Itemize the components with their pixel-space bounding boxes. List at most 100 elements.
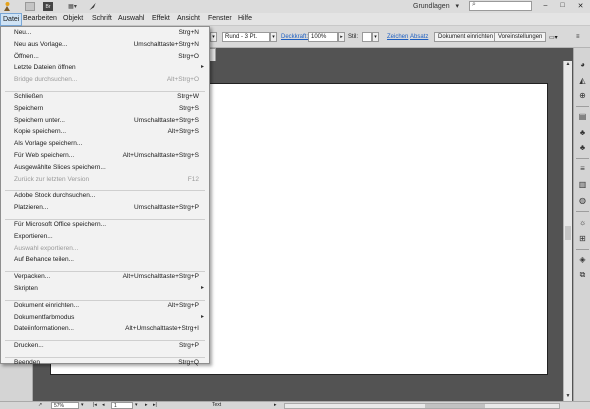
file-menu-item[interactable]: Speichern Strg+S bbox=[1, 104, 209, 115]
menu-ansicht[interactable]: Ansicht bbox=[177, 15, 200, 22]
document-setup-button[interactable]: Dokument einrichten bbox=[434, 32, 498, 42]
opacity-field[interactable]: 100% bbox=[308, 32, 338, 42]
status-arrow-icon: ↗ bbox=[38, 402, 43, 408]
horizontal-scrollbar[interactable] bbox=[284, 403, 560, 409]
file-menu-item[interactable]: Adobe Stock durchsuchen... bbox=[1, 191, 209, 202]
menu-schrift[interactable]: Schrift bbox=[92, 15, 112, 22]
file-menu-item[interactable]: Öffnen... Strg+O bbox=[1, 52, 209, 63]
file-menu-item[interactable]: Neu aus Vorlage... Umschalttaste+Strg+N bbox=[1, 40, 209, 51]
graphic-styles-icon[interactable]: ⊞ bbox=[577, 234, 588, 243]
brushes-icon[interactable]: ▤ bbox=[577, 112, 588, 121]
file-menu-item[interactable]: Letzte Dateien öffnen ▸ bbox=[1, 63, 209, 74]
file-menu-item[interactable]: Verpacken... Alt+Umschalttaste+Strg+P bbox=[1, 272, 209, 283]
panel-separator bbox=[576, 211, 589, 212]
close-button[interactable]: ✕ bbox=[572, 0, 589, 11]
file-menu-item[interactable]: Speichern unter... Umschalttaste+Strg+S bbox=[1, 116, 209, 127]
opacity-arrow[interactable]: ▸ bbox=[338, 32, 345, 42]
menu-fenster[interactable]: Fenster bbox=[208, 15, 232, 22]
arrange-docs-icon[interactable] bbox=[25, 2, 35, 11]
page-field[interactable]: 1 bbox=[111, 402, 133, 409]
feather-icon[interactable] bbox=[88, 2, 98, 11]
fill-dropdown[interactable]: ▾ bbox=[210, 32, 217, 42]
zoom-field[interactable]: 57% bbox=[51, 402, 79, 409]
file-menu-item[interactable]: Für Web speichern... Alt+Umschalttaste+St… bbox=[1, 151, 209, 162]
search-input[interactable]: ⌕ bbox=[469, 1, 532, 11]
file-menu-item[interactable]: Skripten ▸ bbox=[1, 284, 209, 295]
panel-separator bbox=[576, 106, 589, 107]
clubs-icon[interactable]: ♣ bbox=[577, 143, 588, 152]
scroll-thumb[interactable] bbox=[565, 226, 571, 240]
stroke-profile-dropdown[interactable]: ▾ bbox=[270, 32, 277, 42]
menu-item-label: Zurück zur letzten Version bbox=[14, 175, 90, 183]
file-menu-item[interactable]: Beenden Strg+Q bbox=[1, 358, 209, 369]
file-menu-item[interactable]: Auf Behance teilen... bbox=[1, 255, 209, 266]
layers-icon[interactable]: ◈ bbox=[577, 255, 588, 264]
panel-separator bbox=[576, 158, 589, 159]
h-scroll-thumb[interactable] bbox=[425, 404, 485, 408]
symbols-icon[interactable]: ♣ bbox=[577, 128, 588, 137]
search-icon: ⌕ bbox=[472, 1, 476, 8]
preferences-button[interactable]: Voreinstellungen bbox=[494, 32, 547, 42]
file-menu-item[interactable]: Neu... Strg+N bbox=[1, 28, 209, 39]
paragraph-link[interactable]: Absatz bbox=[410, 32, 428, 42]
menu-objekt[interactable]: Objekt bbox=[63, 15, 83, 22]
file-menu-item[interactable]: Platzieren... Umschalttaste+Strg+P bbox=[1, 203, 209, 214]
style-dropdown[interactable]: ▾ bbox=[372, 32, 379, 42]
artboards-icon[interactable]: ⧉ bbox=[577, 270, 588, 279]
color-panel-icon[interactable]: ◕ bbox=[577, 60, 588, 69]
maximize-button[interactable]: □ bbox=[554, 0, 571, 11]
stroke-panel-icon[interactable]: ≡ bbox=[577, 164, 588, 173]
character-link[interactable]: Zeichen bbox=[387, 32, 408, 42]
page-dropdown-icon[interactable]: ▾ bbox=[135, 402, 138, 409]
next-page-icon[interactable]: ▸ bbox=[145, 402, 148, 409]
menu-effekt[interactable]: Effekt bbox=[152, 15, 170, 22]
menu-item-label: Letzte Dateien öffnen bbox=[14, 64, 76, 72]
file-menu: Neu... Strg+N Neu aus Vorlage... Umschaltta… bbox=[0, 26, 210, 366]
arrange-icon[interactable]: ▭▾ bbox=[549, 32, 558, 42]
layout-dropdown-icon[interactable]: ▦▾ bbox=[65, 2, 80, 11]
menu-bar: Datei Bearbeiten Objekt Schrift Auswahl … bbox=[0, 13, 590, 26]
file-menu-item[interactable]: Für Microsoft Office speichern... bbox=[1, 220, 209, 231]
first-page-icon[interactable]: |◂ bbox=[93, 402, 97, 409]
menu-bearbeiten[interactable]: Bearbeiten bbox=[23, 15, 57, 22]
color-guide-icon[interactable]: ◭ bbox=[577, 76, 588, 85]
workspace-switcher[interactable]: Grundlagen ▾ bbox=[413, 2, 459, 10]
menu-datei[interactable]: Datei bbox=[0, 13, 23, 26]
menu-item-shortcut: Alt+Strg+O bbox=[166, 76, 199, 84]
stroke-profile-label: Rund - 3 Pt. bbox=[225, 34, 258, 40]
file-menu-item[interactable]: Drucken... Strg+P bbox=[1, 341, 209, 352]
menu-item-label: Als Vorlage speichern... bbox=[14, 140, 83, 148]
zoom-dropdown-icon[interactable]: ▾ bbox=[81, 402, 84, 409]
file-menu-item[interactable]: Dokumentfarbmodus ▸ bbox=[1, 313, 209, 324]
minimize-button[interactable]: – bbox=[537, 0, 554, 11]
last-page-icon[interactable]: ▸| bbox=[153, 402, 157, 409]
chevron-down-icon: ▾ bbox=[455, 3, 460, 10]
stroke-profile-select[interactable]: Rund - 3 Pt. bbox=[222, 32, 270, 42]
menu-item-label: Speichern bbox=[14, 104, 44, 112]
file-menu-item[interactable]: Dokument einrichten... Alt+Strg+P bbox=[1, 301, 209, 312]
transparency-icon[interactable]: ◍ bbox=[577, 196, 588, 205]
swatches-icon[interactable]: ⊕ bbox=[577, 91, 588, 100]
appearance-icon[interactable]: ☼ bbox=[577, 218, 588, 227]
file-menu-item[interactable]: Exportieren... bbox=[1, 232, 209, 243]
scroll-down-arrow[interactable]: ▼ bbox=[564, 393, 572, 399]
submenu-arrow-icon: ▸ bbox=[200, 64, 204, 71]
file-menu-item[interactable]: Als Vorlage speichern... bbox=[1, 139, 209, 150]
opacity-link[interactable]: Deckkraft: bbox=[281, 32, 308, 42]
menu-hilfe[interactable]: Hilfe bbox=[238, 15, 252, 22]
file-menu-item[interactable]: Schließen Strg+W bbox=[1, 92, 209, 103]
scroll-up-arrow[interactable]: ▲ bbox=[564, 61, 572, 67]
menu-auswahl[interactable]: Auswahl bbox=[118, 15, 144, 22]
bridge-button[interactable]: Br bbox=[43, 2, 53, 11]
gradient-panel-icon[interactable]: ▥ bbox=[577, 180, 588, 189]
status-menu-arrow[interactable]: ▸ bbox=[274, 402, 277, 409]
prev-page-icon[interactable]: ◂ bbox=[102, 402, 105, 409]
file-menu-item[interactable]: Dateiinformationen... Alt+Umschalttaste+S… bbox=[1, 324, 209, 335]
file-menu-item[interactable]: Ausgewählte Slices speichern... bbox=[1, 163, 209, 174]
panel-menu-icon[interactable]: ≡ bbox=[576, 32, 580, 42]
vertical-scrollbar[interactable]: ▲ ▼ bbox=[563, 61, 572, 401]
menu-item-label: Beenden bbox=[14, 359, 41, 366]
style-swatch[interactable] bbox=[362, 32, 372, 42]
file-menu-item[interactable]: Kopie speichern... Alt+Strg+S bbox=[1, 127, 209, 138]
file-menu-item: Auswahl exportieren... bbox=[1, 244, 209, 255]
